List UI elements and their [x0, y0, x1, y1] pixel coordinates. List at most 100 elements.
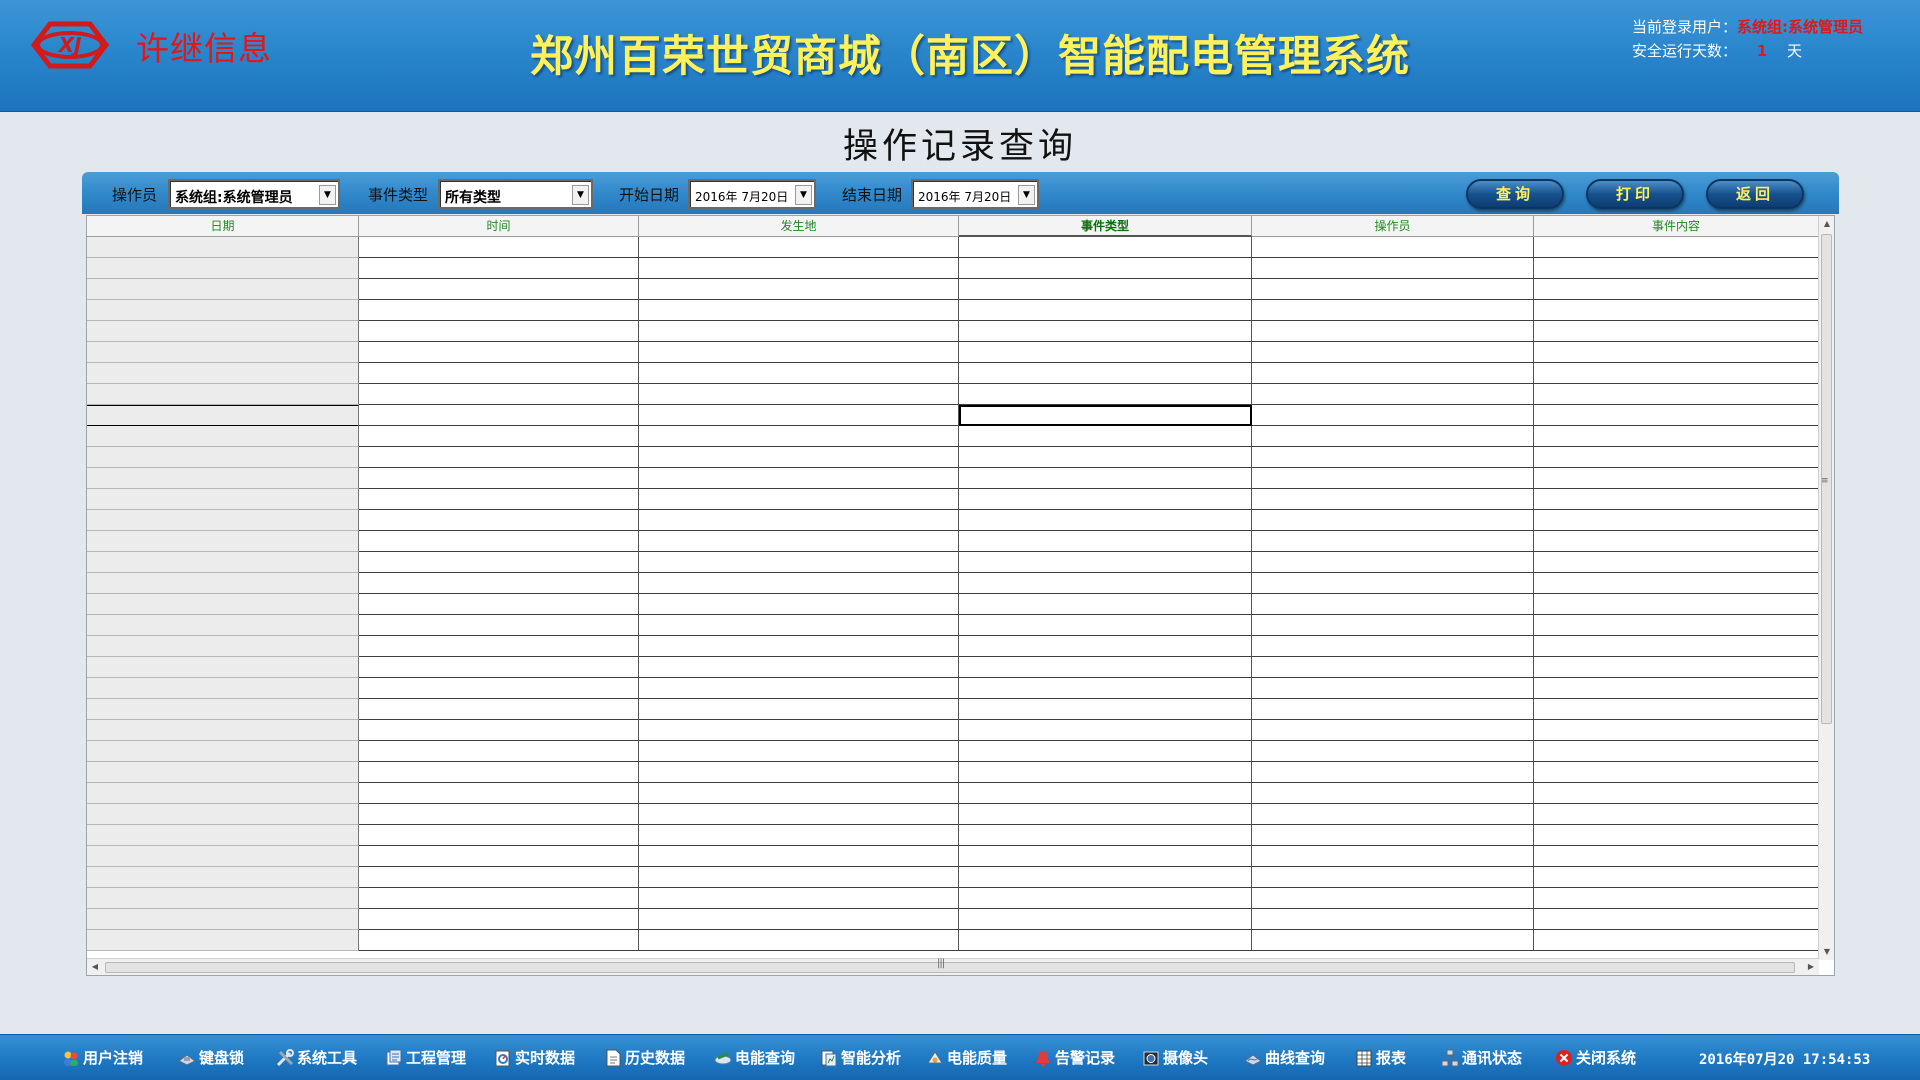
taskbar-item-tools[interactable]: 系统工具 — [276, 1047, 357, 1069]
table-cell[interactable] — [959, 846, 1252, 867]
table-cell[interactable] — [1252, 762, 1534, 783]
chevron-down-icon[interactable]: ▼ — [572, 185, 589, 205]
table-cell[interactable] — [359, 741, 639, 762]
table-row[interactable] — [87, 720, 1819, 741]
table-cell[interactable] — [1534, 405, 1819, 426]
table-cell[interactable] — [359, 762, 639, 783]
table-cell[interactable] — [959, 300, 1252, 321]
table-cell[interactable] — [1534, 363, 1819, 384]
table-cell[interactable] — [1252, 258, 1534, 279]
table-cell[interactable] — [639, 384, 959, 405]
row-header-cell[interactable] — [87, 762, 359, 783]
table-cell[interactable] — [639, 300, 959, 321]
table-cell[interactable] — [959, 405, 1252, 426]
table-cell[interactable] — [359, 321, 639, 342]
column-header-event-type[interactable]: 事件类型 — [959, 216, 1252, 237]
table-cell[interactable] — [1252, 426, 1534, 447]
row-header-cell[interactable] — [87, 615, 359, 636]
table-cell[interactable] — [639, 342, 959, 363]
table-cell[interactable] — [959, 930, 1252, 951]
column-header-location[interactable]: 发生地 — [639, 216, 959, 237]
taskbar-item-network[interactable]: 通讯状态 — [1441, 1047, 1522, 1069]
table-cell[interactable] — [1252, 468, 1534, 489]
row-header-cell[interactable] — [87, 930, 359, 951]
table-row[interactable] — [87, 300, 1819, 321]
table-row[interactable] — [87, 279, 1819, 300]
table-cell[interactable] — [1252, 741, 1534, 762]
table-row[interactable] — [87, 930, 1819, 951]
table-cell[interactable] — [1252, 657, 1534, 678]
table-cell[interactable] — [959, 762, 1252, 783]
table-row[interactable] — [87, 426, 1819, 447]
table-cell[interactable] — [959, 573, 1252, 594]
row-header-cell[interactable] — [87, 783, 359, 804]
table-cell[interactable] — [639, 405, 959, 426]
table-cell[interactable] — [959, 321, 1252, 342]
table-cell[interactable] — [639, 804, 959, 825]
taskbar-item-analysis[interactable]: 智能分析 — [820, 1047, 901, 1069]
taskbar-item-project[interactable]: 工程管理 — [385, 1047, 466, 1069]
table-row[interactable] — [87, 888, 1819, 909]
table-cell[interactable] — [639, 531, 959, 552]
column-header-operator[interactable]: 操作员 — [1252, 216, 1534, 237]
row-header-cell[interactable] — [87, 363, 359, 384]
row-header-cell[interactable] — [87, 426, 359, 447]
taskbar-item-power-quality[interactable]: 电能质量 — [926, 1047, 1007, 1069]
row-header-cell[interactable] — [87, 510, 359, 531]
table-cell[interactable] — [359, 783, 639, 804]
table-cell[interactable] — [1534, 615, 1819, 636]
taskbar-item-report[interactable]: 报表 — [1355, 1047, 1406, 1069]
table-cell[interactable] — [639, 279, 959, 300]
table-cell[interactable] — [1534, 258, 1819, 279]
scroll-left-icon[interactable]: ◀ — [87, 959, 103, 975]
table-cell[interactable] — [639, 930, 959, 951]
taskbar-item-keyboard-lock[interactable]: 键盘锁 — [178, 1047, 244, 1069]
row-header-cell[interactable] — [87, 258, 359, 279]
horizontal-scrollbar[interactable]: ◀ ||| ▶ — [87, 958, 1819, 975]
table-cell[interactable] — [959, 636, 1252, 657]
table-cell[interactable] — [1252, 531, 1534, 552]
table-cell[interactable] — [1252, 615, 1534, 636]
column-header-event-content[interactable]: 事件内容 — [1534, 216, 1819, 237]
table-cell[interactable] — [959, 699, 1252, 720]
taskbar-item-realtime-data[interactable]: 实时数据 — [494, 1047, 575, 1069]
table-cell[interactable] — [1534, 636, 1819, 657]
chevron-down-icon[interactable]: ▼ — [795, 185, 812, 205]
table-cell[interactable] — [1252, 594, 1534, 615]
table-cell[interactable] — [359, 699, 639, 720]
table-cell[interactable] — [959, 363, 1252, 384]
table-row[interactable] — [87, 909, 1819, 930]
row-header-cell[interactable] — [87, 447, 359, 468]
table-cell[interactable] — [1534, 552, 1819, 573]
table-cell[interactable] — [1534, 720, 1819, 741]
table-cell[interactable] — [1252, 846, 1534, 867]
table-cell[interactable] — [959, 783, 1252, 804]
chevron-down-icon[interactable]: ▼ — [319, 185, 336, 205]
table-cell[interactable] — [1534, 741, 1819, 762]
row-header-cell[interactable] — [87, 531, 359, 552]
table-cell[interactable] — [359, 426, 639, 447]
row-header-cell[interactable] — [87, 741, 359, 762]
table-cell[interactable] — [1534, 342, 1819, 363]
table-row[interactable] — [87, 489, 1819, 510]
table-row[interactable] — [87, 741, 1819, 762]
row-header-cell[interactable] — [87, 699, 359, 720]
table-cell[interactable] — [959, 510, 1252, 531]
table-cell[interactable] — [639, 678, 959, 699]
table-cell[interactable] — [959, 720, 1252, 741]
table-row[interactable] — [87, 783, 1819, 804]
table-cell[interactable] — [1252, 867, 1534, 888]
table-cell[interactable] — [359, 720, 639, 741]
table-cell[interactable] — [359, 867, 639, 888]
table-cell[interactable] — [1252, 636, 1534, 657]
table-cell[interactable] — [1534, 846, 1819, 867]
table-cell[interactable] — [959, 867, 1252, 888]
row-header-cell[interactable] — [87, 279, 359, 300]
row-header-cell[interactable] — [87, 720, 359, 741]
table-cell[interactable] — [1252, 384, 1534, 405]
event-type-select[interactable]: 所有类型 ▼ — [438, 179, 593, 209]
table-cell[interactable] — [639, 636, 959, 657]
table-cell[interactable] — [639, 237, 959, 258]
table-cell[interactable] — [1534, 762, 1819, 783]
table-cell[interactable] — [959, 468, 1252, 489]
